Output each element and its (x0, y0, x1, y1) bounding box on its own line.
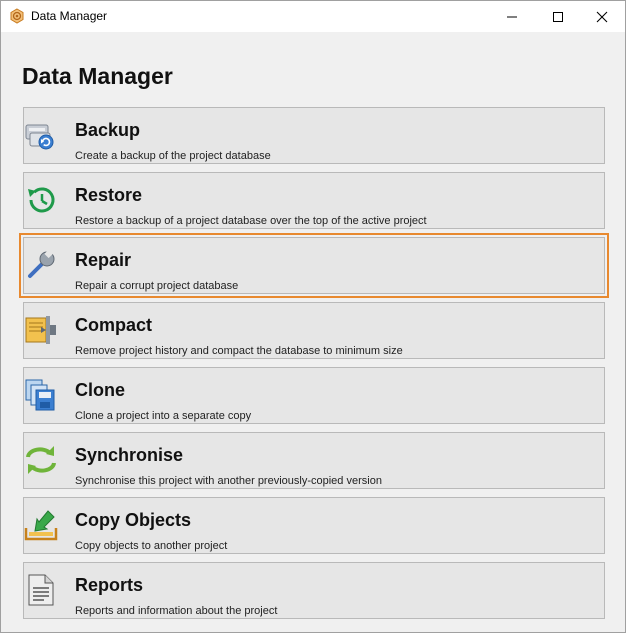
copy-objects-button[interactable]: Copy Objects Copy objects to another pro… (23, 497, 605, 554)
wrench-icon (28, 248, 55, 278)
window-title: Data Manager (31, 9, 108, 23)
close-icon (596, 11, 608, 22)
compact-button[interactable]: Compact Remove project history and compa… (23, 302, 605, 359)
compact-icon (25, 316, 56, 344)
reports-button[interactable]: Reports Reports and information about th… (23, 562, 605, 619)
sync-icon (26, 446, 56, 474)
restore-icon (28, 187, 55, 213)
options-list: Backup Create a backup of the project da… (19, 107, 609, 627)
close-button[interactable] (579, 1, 625, 32)
reports-icon (28, 574, 54, 606)
repair-description: Repair a corrupt project database (75, 280, 239, 292)
compact-description: Remove project history and compact the d… (75, 345, 403, 357)
clone-description: Clone a project into a separate copy (75, 410, 252, 422)
app-logo-icon (10, 8, 24, 24)
title-bar[interactable]: Data Manager (1, 1, 625, 32)
copy-objects-description: Copy objects to another project (75, 540, 228, 552)
backup-button[interactable]: Backup Create a backup of the project da… (23, 107, 605, 164)
backup-title: Backup (75, 120, 141, 140)
page-heading: Data Manager (22, 63, 173, 89)
minimize-button[interactable] (489, 1, 535, 32)
minimize-icon (507, 16, 517, 17)
repair-button[interactable]: Repair Repair a corrupt project database (19, 233, 609, 298)
maximize-icon (553, 11, 563, 22)
restore-description: Restore a backup of a project database o… (75, 215, 427, 227)
data-manager-window: Data Manager Data Manager Backup Create … (0, 0, 626, 633)
synchronise-button[interactable]: Synchronise Synchronise this project wit… (23, 432, 605, 489)
clone-icon (25, 379, 55, 411)
backup-icon (25, 124, 54, 150)
copy-objects-icon (24, 510, 58, 541)
maximize-button[interactable] (535, 1, 581, 32)
synchronise-description: Synchronise this project with another pr… (75, 475, 382, 487)
reports-title: Reports (75, 575, 144, 595)
clone-button[interactable]: Clone Clone a project into a separate co… (23, 367, 605, 424)
synchronise-title: Synchronise (75, 445, 184, 465)
backup-description: Create a backup of the project database (75, 150, 271, 162)
restore-title: Restore (75, 185, 143, 205)
clone-title: Clone (75, 380, 126, 400)
reports-description: Reports and information about the projec… (75, 605, 278, 617)
restore-button[interactable]: Restore Restore a backup of a project da… (23, 172, 605, 229)
repair-title: Repair (75, 250, 132, 270)
copy-objects-title: Copy Objects (75, 510, 192, 530)
compact-title: Compact (75, 315, 153, 335)
